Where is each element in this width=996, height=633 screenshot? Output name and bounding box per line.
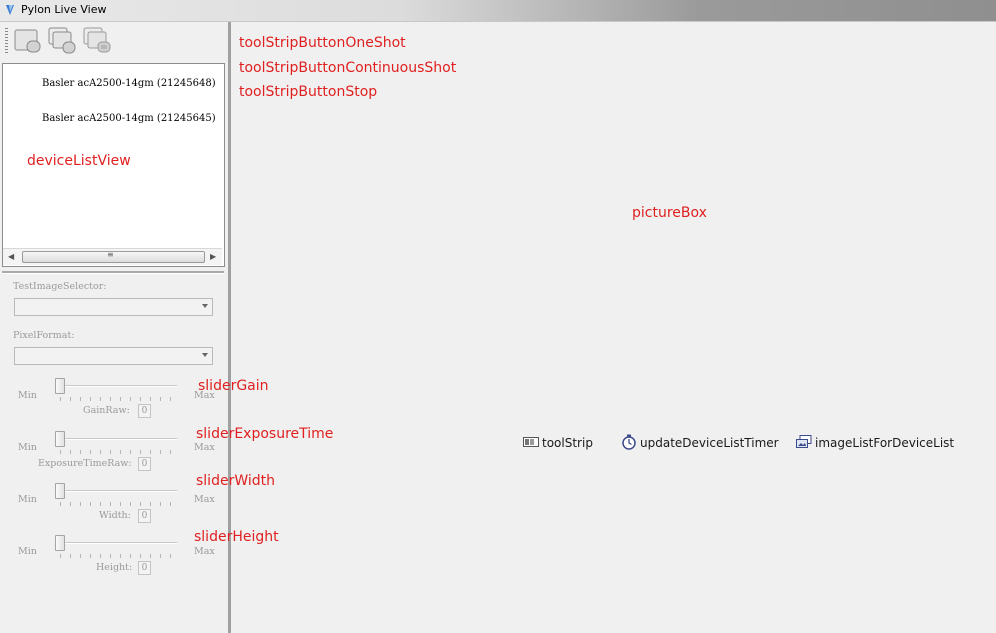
timer-icon xyxy=(621,434,637,450)
chevron-down-icon xyxy=(202,304,208,308)
title-bar[interactable]: Pylon Live View xyxy=(0,0,996,22)
slider-max-label: Max xyxy=(194,494,215,505)
annotation-continuous-shot: toolStripButtonContinuousShot xyxy=(239,60,457,76)
slider-ticks xyxy=(60,397,171,401)
stop-icon xyxy=(83,27,111,53)
annotation-slider-height: sliderHeight xyxy=(194,529,279,544)
gain-value-label: GainRaw: xyxy=(83,405,130,416)
height-value: 0 xyxy=(138,561,151,575)
gain-value: 0 xyxy=(138,404,151,418)
slider-track xyxy=(57,438,177,440)
slider-min-label: Min xyxy=(18,390,37,401)
test-image-selector-combo[interactable] xyxy=(14,298,213,316)
continuous-shot-icon xyxy=(48,27,76,54)
exposure-slider-thumb[interactable] xyxy=(55,431,65,447)
annotation-one-shot: toolStripButtonOneShot xyxy=(239,35,406,51)
stop-button[interactable] xyxy=(82,26,112,56)
test-image-selector-label: TestImageSelector: xyxy=(13,281,107,292)
slider-ticks xyxy=(60,502,171,506)
toolstrip xyxy=(0,22,224,60)
scroll-left-icon[interactable]: ◀ xyxy=(8,252,14,261)
scrollbar-thumb[interactable]: ≡ xyxy=(22,250,205,263)
scroll-right-icon[interactable]: ▶ xyxy=(210,252,216,261)
slider-track xyxy=(57,385,177,387)
grip-icon: ≡ xyxy=(107,250,114,259)
device-list-item[interactable]: Basler acA2500-14gm (21245648) xyxy=(42,78,216,89)
annotation-slider-width: sliderWidth xyxy=(196,473,276,489)
exposure-value: 0 xyxy=(138,457,151,471)
slider-min-label: Min xyxy=(18,546,37,557)
width-value: 0 xyxy=(138,509,151,523)
toolstrip-component-icon xyxy=(523,436,539,448)
chevron-down-icon xyxy=(202,353,208,357)
annotation-slider-gain: sliderGain xyxy=(198,378,269,394)
timer-component[interactable]: updateDeviceListTimer xyxy=(640,436,779,450)
toolstrip-grip[interactable] xyxy=(5,28,8,54)
annotation-slider-exposure: sliderExposureTime xyxy=(196,426,334,441)
exposure-value-label: ExposureTimeRaw: xyxy=(38,458,132,469)
one-shot-icon xyxy=(14,29,41,53)
annotation-device-list: deviceListView xyxy=(27,153,131,169)
panel-separator xyxy=(2,271,224,274)
one-shot-button[interactable] xyxy=(12,26,42,56)
height-slider-thumb[interactable] xyxy=(55,535,65,551)
slider-max-label: Max xyxy=(194,546,215,557)
toolstrip-component[interactable]: toolStrip xyxy=(542,436,593,450)
picture-box[interactable] xyxy=(231,22,996,633)
height-value-label: Height: xyxy=(96,562,133,573)
device-list-item[interactable]: Basler acA2500-14gm (21245645) xyxy=(42,113,216,124)
pixel-format-label: PixelFormat: xyxy=(13,330,75,341)
gain-slider-thumb[interactable] xyxy=(55,378,65,394)
slider-ticks xyxy=(60,450,171,454)
pixel-format-combo[interactable] xyxy=(14,347,213,365)
app-icon xyxy=(6,5,14,15)
continuous-shot-button[interactable] xyxy=(47,26,77,56)
annotation-stop: toolStripButtonStop xyxy=(239,84,378,99)
image-list-icon xyxy=(796,435,812,449)
slider-track xyxy=(57,542,177,544)
horizontal-scrollbar[interactable]: ◀ ≡ ▶ xyxy=(3,248,222,265)
width-slider-thumb[interactable] xyxy=(55,483,65,499)
annotation-picture-box: pictureBox xyxy=(632,205,707,221)
slider-ticks xyxy=(60,554,171,558)
image-list-component[interactable]: imageListForDeviceList xyxy=(815,436,954,450)
slider-track xyxy=(57,490,177,492)
slider-max-label: Max xyxy=(194,442,215,453)
slider-min-label: Min xyxy=(18,442,37,453)
slider-min-label: Min xyxy=(18,494,37,505)
window-title: Pylon Live View xyxy=(21,3,107,16)
width-value-label: Width: xyxy=(99,510,131,521)
